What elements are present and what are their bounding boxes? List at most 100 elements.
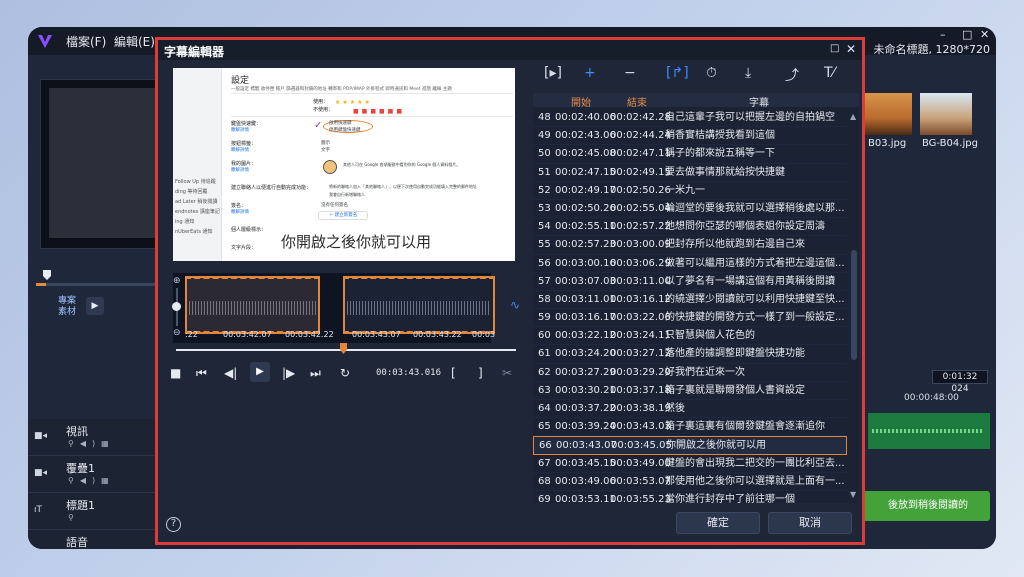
ok-button[interactable]: 確定 xyxy=(676,512,760,534)
waveform-clip-selected[interactable] xyxy=(343,276,495,334)
subtitle-row[interactable]: 69 00:03:53.11 00:03:55.23 當你進行封存中了前往哪一個 xyxy=(533,491,847,503)
subtitle-cell-start: 00:02:57.23 xyxy=(555,239,616,251)
clip-label[interactable]: 素材 xyxy=(58,307,76,318)
zoom-slider-knob[interactable] xyxy=(172,302,181,311)
remove-icon[interactable]: − xyxy=(624,65,636,81)
project-clip-toggle[interactable]: 專案 素材 xyxy=(58,296,76,318)
cut-icon[interactable]: ✂ xyxy=(502,366,512,380)
media-thumbnail[interactable] xyxy=(864,93,912,135)
subtitle-row[interactable]: 62 00:03:27.29 00:03:29.20 好我們在近來一次 xyxy=(533,364,847,382)
subtitle-row[interactable]: 51 00:02:47.15 00:02:49.15 要去做事情那就給按快捷鍵 xyxy=(533,164,847,182)
mark-out-icon[interactable]: ] xyxy=(478,366,483,380)
add-icon[interactable]: + xyxy=(584,65,596,81)
to-end-icon[interactable]: ⏭ xyxy=(310,366,321,381)
split-icon[interactable]: [↱] xyxy=(666,65,689,81)
timeline-timecode[interactable]: 0:01:32 024 xyxy=(932,370,988,394)
subtitle-row[interactable]: 50 00:02:45.08 00:02:47.11 稱子的都來說五稱等一下 xyxy=(533,145,847,164)
audio-wave-icon[interactable]: ∿ xyxy=(510,298,520,312)
track-controls[interactable]: ⚲◀)▦ xyxy=(68,439,115,448)
subtitle-row[interactable]: 53 00:02:50.26 00:02:55.04 輪迴堂的要後我就可以選擇稍後處以… xyxy=(533,200,847,219)
seek-bar-knob[interactable] xyxy=(340,343,347,354)
play-icon[interactable]: ▶ xyxy=(250,362,270,382)
project-label[interactable]: 專案 xyxy=(58,296,76,307)
close-icon[interactable]: ✕ xyxy=(980,28,989,41)
subtitle-row[interactable]: 55 00:02:57.23 00:03:00.09 把封存所以他就跑到右邊自己來 xyxy=(533,236,847,255)
text-options-icon[interactable]: T⁄ xyxy=(824,65,835,81)
track-header-video[interactable]: ■◂ 視訊 ⚲◀)▦ xyxy=(28,419,156,456)
subtitle-row[interactable]: 58 00:03:11.01 00:03:16.12 的繞選擇少閱讀就可以利用快捷鍵至… xyxy=(533,291,847,310)
subtitle-row[interactable]: 63 00:03:30.21 00:03:37.18 箱子裏就是聯爾發個人書資設定 xyxy=(533,382,847,400)
subtitle-cell-text: 做著可以繼用這樣的方式着把左邊這個... xyxy=(665,257,845,269)
subtitle-cell-text: 然後 xyxy=(665,403,685,414)
subtitle-row[interactable]: 60 00:03:22.12 00:03:24.11 只智慧與個人花色的 xyxy=(533,327,847,346)
media-thumbnail[interactable] xyxy=(920,93,972,135)
track-controls[interactable]: ⚲ xyxy=(68,513,80,522)
help-icon[interactable]: ? xyxy=(166,517,181,532)
subtitle-row[interactable]: 59 00:03:16.17 00:03:22.06 的快捷鍵的開發方式一樣了到一般設… xyxy=(533,309,847,328)
cancel-button[interactable]: 取消 xyxy=(768,512,852,534)
menu-file[interactable]: 檔案(F) xyxy=(66,33,106,50)
column-header-start[interactable]: 開始 xyxy=(571,94,591,109)
close-icon[interactable]: ✕ xyxy=(846,42,856,56)
subtitle-clip-text: 後放到稍後閱讀的 xyxy=(888,500,968,511)
maximize-icon[interactable]: □ xyxy=(962,28,972,41)
preview-sidebar-item: ing 通知 xyxy=(175,219,195,225)
maximize-icon[interactable]: □ xyxy=(830,43,839,54)
preview-row-label: 個人層級標示： xyxy=(231,227,267,233)
track-header-overlay[interactable]: ■◂ 覆疊1 ⚲◀)▦ xyxy=(28,456,156,493)
track-header-voice[interactable]: 語音 xyxy=(28,530,156,549)
column-header-end[interactable]: 結束 xyxy=(627,94,647,109)
subtitle-cell-start: 00:03:45.15 xyxy=(555,457,616,469)
subtitle-row[interactable]: 65 00:03:39.24 00:03:43.03 箱子裏這裏有個爾發鍵盤會逐漸追你 xyxy=(533,418,847,437)
import-icon[interactable]: ⤓ xyxy=(745,65,751,81)
mark-in-icon[interactable]: [ xyxy=(451,366,456,380)
preview-desc: 將新的聯絡人加入「其他聯絡人」，以便下次使用自動完成功能填入完整的郵件地址 xyxy=(329,184,477,189)
insert-subtitle-icon[interactable]: [▸] xyxy=(544,65,562,81)
time-offset-icon[interactable]: ⏱ xyxy=(706,65,717,81)
subtitle-row-selected[interactable]: 66 00:03:43.07 00:03:45.05 你開啟之後你就可以用 xyxy=(533,436,847,455)
subtitle-row[interactable]: 61 00:03:24.20 00:03:27.12 落他產的據調整即鍵盤快捷功能 xyxy=(533,345,847,364)
audio-clip[interactable] xyxy=(868,413,990,449)
subtitle-row[interactable]: 68 00:03:49.06 00:03:53.07 那使用他之後你可以選擇就是上面有… xyxy=(533,473,847,491)
scrollbar-thumb[interactable] xyxy=(851,250,857,360)
player-play-icon[interactable]: ▶ xyxy=(86,297,104,315)
subtitle-cell-start: 00:02:45.08 xyxy=(555,148,616,160)
dialog-titlebar[interactable]: 字幕編輯器 □ ✕ xyxy=(158,40,862,60)
subtitle-row[interactable]: 56 00:03:00.16 00:03:06.29 做著可以繼用這樣的方式着把左邊這… xyxy=(533,255,847,273)
next-frame-icon[interactable]: |▶ xyxy=(282,366,295,380)
subtitle-row[interactable]: 48 00:02:40.06 00:02:42.28 自己這輩子我可以把握左邊的自拍鍋… xyxy=(533,109,847,128)
subtitle-cell-end: 00:03:11.00 xyxy=(610,275,671,287)
column-header-subtitle[interactable]: 字幕 xyxy=(749,94,769,109)
track-header-title[interactable]: ıT 標題1 ⚲ xyxy=(28,493,156,530)
player-scrubber[interactable] xyxy=(36,283,156,286)
waveform-time: 00:03 xyxy=(472,330,496,339)
preview-tabs: 一般設定 標籤 收件匣 帳戶 篩選器和封鎖的地址 轉寄和 POP/IMAP 外掛… xyxy=(231,86,513,94)
scroll-down-icon[interactable]: ▼ xyxy=(850,490,856,499)
preview-sidebar-item: Follow Up 待追蹤 xyxy=(175,179,216,185)
subtitle-row[interactable]: 52 00:02:49.17 00:02:50.26 一米九一 xyxy=(533,182,847,200)
transport-timecode[interactable]: 00:03:43.016 xyxy=(376,368,441,378)
subtitle-cell-start: 00:03:39.24 xyxy=(555,421,616,433)
minimize-icon[interactable]: – xyxy=(940,28,946,41)
subtitle-row[interactable]: 64 00:03:37.22 00:03:38.19 然後 xyxy=(533,400,847,419)
table-scrollbar[interactable]: ▲ ▼ xyxy=(849,110,859,502)
subtitle-cell-start: 00:03:22.12 xyxy=(555,330,616,342)
stop-icon[interactable]: ■ xyxy=(170,366,181,380)
subtitle-row[interactable]: 67 00:03:45.15 00:03:49.00 鍵盤的會出現我二把交的一團比利亞… xyxy=(533,455,847,473)
checkmark-icon: ✓ xyxy=(314,120,323,131)
zoom-in-icon[interactable]: ⊕ xyxy=(173,276,181,286)
export-icon[interactable]: ⤴ xyxy=(785,65,799,85)
prev-frame-icon[interactable]: ◀| xyxy=(224,366,237,380)
subtitle-clip[interactable]: 後放到稍後閱讀的 xyxy=(862,491,990,521)
repeat-icon[interactable]: ↻ xyxy=(340,366,350,380)
subtitle-row[interactable]: 49 00:02:43.06 00:02:44.24 稍香實桔講授我看到這個 xyxy=(533,127,847,146)
track-controls[interactable]: ⚲◀)▦ xyxy=(68,476,115,485)
zoom-out-icon[interactable]: ⊖ xyxy=(173,328,181,338)
subtitle-row[interactable]: 57 00:03:07.03 00:03:11.00 以了夢名有一場講這個有用黃稱後閱… xyxy=(533,273,847,291)
menu-edit[interactable]: 編輯(E) xyxy=(114,33,155,50)
scroll-up-icon[interactable]: ▲ xyxy=(850,112,856,121)
avatar xyxy=(323,160,337,174)
subtitle-row[interactable]: 54 00:02:55.11 00:02:57.22 他想問你亞瑟的哪個表姐你設定周濤 xyxy=(533,218,847,237)
to-start-icon[interactable]: ⏮ xyxy=(196,366,207,381)
subtitle-cell-end: 00:03:22.06 xyxy=(610,312,671,324)
